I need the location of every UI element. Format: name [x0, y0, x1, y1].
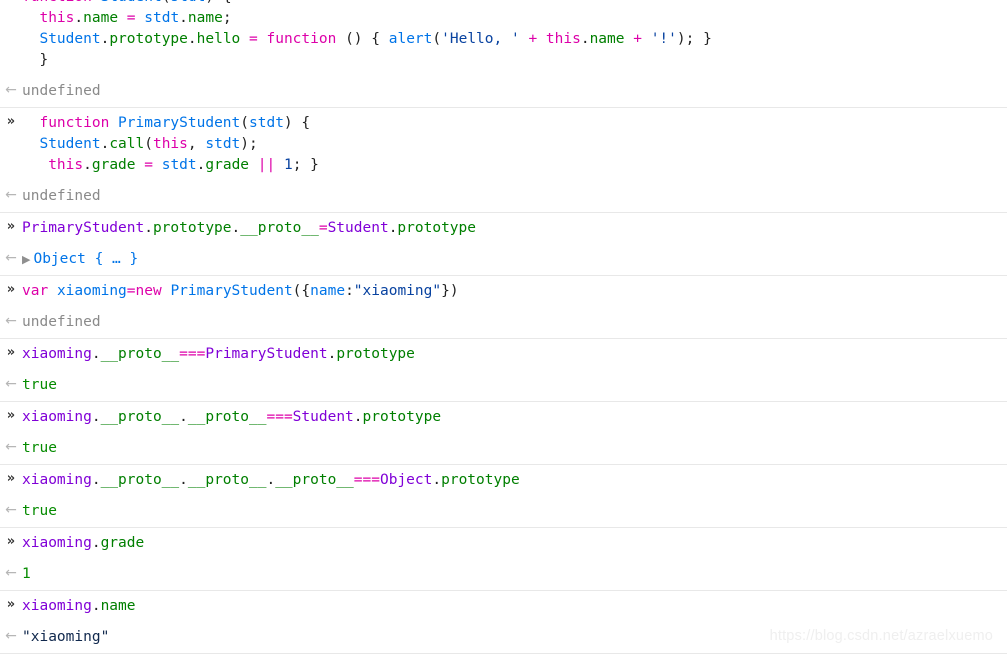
console-output-row[interactable]: ← true [0, 370, 1007, 401]
console-output-row[interactable]: ← undefined [0, 307, 1007, 338]
code-line: var xiaoming=new PrimaryStudent({name:"x… [22, 283, 459, 299]
console-output-value: true [22, 375, 1007, 396]
console-input-code: xiaoming.name [22, 596, 1007, 617]
console-entry: »function Student(stdt) { this.name = st… [0, 0, 1007, 108]
console-input-code: function PrimaryStudent(stdt) { Student.… [22, 113, 1007, 176]
console-output-row[interactable]: ← undefined [0, 76, 1007, 107]
input-chevron-icon: » [2, 0, 20, 5]
output-arrow-icon: ← [5, 376, 17, 392]
console-output-pane[interactable]: »function Student(stdt) { this.name = st… [0, 0, 1007, 654]
code-line: this.name = stdt.name; [39, 10, 232, 26]
console-output-row[interactable]: ← true [0, 496, 1007, 527]
input-chevron-icon: » [6, 219, 16, 234]
console-input-code: xiaoming.__proto__===PrimaryStudent.prot… [22, 344, 1007, 365]
console-entry: » PrimaryStudent.prototype.__proto__=Stud… [0, 213, 1007, 276]
input-chevron-icon: » [6, 471, 16, 486]
output-arrow-icon: ← [5, 187, 17, 203]
output-arrow-icon: ← [5, 628, 17, 644]
console-output-value: undefined [22, 186, 1007, 207]
console-input-code: var xiaoming=new PrimaryStudent({name:"x… [22, 281, 1007, 302]
output-arrow-icon: ← [5, 313, 17, 329]
console-input-row[interactable]: » function PrimaryStudent(stdt) { Studen… [0, 108, 1007, 181]
console-entry: » xiaoming.grade ← 1 [0, 528, 1007, 591]
output-arrow-icon: ← [5, 502, 17, 518]
output-text: true [22, 503, 57, 519]
output-text: undefined [22, 314, 101, 330]
input-chevron-icon: » [6, 282, 16, 297]
console-output-row[interactable]: ← true [0, 433, 1007, 464]
console-input-row[interactable]: » xiaoming.__proto__.__proto__.__proto__=… [0, 465, 1007, 496]
code-line: Student.call(this, stdt); [39, 136, 258, 152]
output-text: undefined [22, 83, 101, 99]
console-input-code: PrimaryStudent.prototype.__proto__=Stude… [22, 218, 1007, 239]
input-chevron-icon: » [6, 534, 16, 549]
console-input-code: xiaoming.__proto__.__proto__===Student.p… [22, 407, 1007, 428]
console-input-row[interactable]: » xiaoming.__proto__.__proto__===Student.… [0, 402, 1007, 433]
code-line: xiaoming.name [22, 598, 136, 614]
console-input-row[interactable]: » var xiaoming=new PrimaryStudent({name:"… [0, 276, 1007, 307]
console-entry: » var xiaoming=new PrimaryStudent({name:"… [0, 276, 1007, 339]
output-arrow-icon: ← [5, 250, 17, 266]
input-chevron-icon: » [6, 597, 16, 612]
input-chevron-icon: » [6, 408, 16, 423]
console-output-row[interactable]: ← 1 [0, 559, 1007, 590]
console-input-row[interactable]: »function Student(stdt) { this.name = st… [0, 0, 1007, 76]
console-entry: » function PrimaryStudent(stdt) { Studen… [0, 108, 1007, 213]
console-input-code: xiaoming.__proto__.__proto__.__proto__==… [22, 470, 1007, 491]
console-input-row[interactable]: » xiaoming.name [0, 591, 1007, 622]
code-line: this.grade = stdt.grade || 1; } [48, 157, 319, 173]
input-chevron-icon: » [6, 345, 16, 360]
output-arrow-icon: ← [5, 439, 17, 455]
code-line: xiaoming.__proto__.__proto__.__proto__==… [22, 472, 520, 488]
console-output-row[interactable]: ← undefined [0, 181, 1007, 212]
console-output-value: undefined [22, 81, 1007, 102]
console-input-code: xiaoming.grade [22, 533, 1007, 554]
console-entry: » xiaoming.name ← "xiaoming" [0, 591, 1007, 654]
console-output-value: undefined [22, 312, 1007, 333]
console-entry: » xiaoming.__proto__===PrimaryStudent.pro… [0, 339, 1007, 402]
code-line: function PrimaryStudent(stdt) { [39, 115, 311, 131]
output-arrow-icon: ← [5, 82, 17, 98]
console-entry: » xiaoming.__proto__.__proto__.__proto__=… [0, 465, 1007, 528]
console-output-value: true [22, 438, 1007, 459]
console-output-value: true [22, 501, 1007, 522]
code-line: } [39, 52, 49, 68]
code-line: function Student(stdt) { [22, 0, 999, 8]
output-text: 1 [22, 566, 31, 582]
output-text: undefined [22, 188, 101, 204]
console-output-row[interactable]: ← ▶ Object { … } [0, 244, 1007, 275]
output-text: Object { … } [33, 251, 139, 267]
code-line: Student.prototype.hello = function () { … [39, 31, 712, 47]
console-input-row[interactable]: » xiaoming.__proto__===PrimaryStudent.pro… [0, 339, 1007, 370]
input-chevron-icon: » [6, 114, 16, 129]
console-input-row[interactable]: » xiaoming.grade [0, 528, 1007, 559]
console-input-row[interactable]: » PrimaryStudent.prototype.__proto__=Stud… [0, 213, 1007, 244]
expand-triangle-icon[interactable]: ▶ [22, 249, 30, 270]
code-line: xiaoming.__proto__.__proto__===Student.p… [22, 409, 442, 425]
console-output-value[interactable]: ▶ Object { … } [22, 249, 1007, 270]
code-line: xiaoming.grade [22, 535, 145, 551]
csdn-watermark: https://blog.csdn.net/azraelxuemo [769, 628, 993, 644]
output-text: true [22, 377, 57, 393]
output-text: true [22, 440, 57, 456]
console-entry: » xiaoming.__proto__.__proto__===Student.… [0, 402, 1007, 465]
output-arrow-icon: ← [5, 565, 17, 581]
console-input-code: function Student(stdt) { this.name = std… [22, 0, 1007, 71]
code-line: PrimaryStudent.prototype.__proto__=Stude… [22, 220, 476, 236]
output-text: "xiaoming" [22, 629, 110, 645]
code-line: xiaoming.__proto__===PrimaryStudent.prot… [22, 346, 415, 362]
console-output-value: 1 [22, 564, 1007, 585]
